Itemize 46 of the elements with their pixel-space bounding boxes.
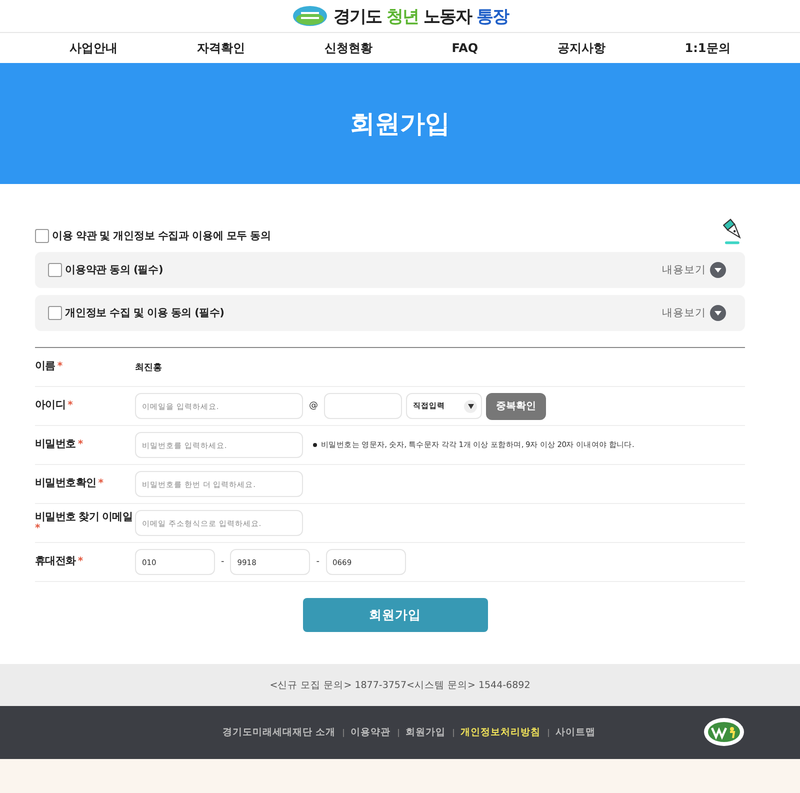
field-label: 아이디 (35, 400, 66, 412)
contact-info: <신규 모집 문의> 1877-3757<시스템 문의> 1544-6892 (270, 678, 530, 692)
agree-checkbox[interactable]: 이용 약관 및 개인정보 수집과 이용에 모두 동의 (35, 227, 271, 245)
field-label: 휴대전화 (35, 556, 76, 568)
nav-link[interactable]: 신청현황 (318, 36, 378, 60)
required-mark: * (98, 478, 103, 490)
bullet-icon (313, 443, 317, 447)
footer-link[interactable]: 개인정보처리방침 (460, 726, 541, 739)
footer-link[interactable]: 사이트맵 (556, 726, 596, 739)
footer-link[interactable]: 경기도미래세대재단 소개 (222, 726, 336, 739)
required-mark: * (78, 556, 82, 568)
field-label: 이름 (35, 361, 56, 373)
agree-checkbox[interactable]: 개인정보 수집 및 이용 동의 (필수) (48, 304, 224, 322)
field-label: 비밀번호확인 (35, 478, 96, 490)
site-title: 통장 (476, 6, 508, 28)
required-mark: * (57, 361, 62, 373)
nav-link[interactable]: 1:1문의 (678, 36, 736, 60)
nav-link[interactable]: 사업안내 (64, 36, 124, 60)
field-label: 비밀번호 (35, 439, 76, 451)
accessibility-mark-icon (703, 717, 745, 747)
agree-checkbox[interactable]: 이용약관 동의 (필수) (48, 261, 163, 279)
field-label: 비밀번호 찾기 이메일 (35, 512, 133, 524)
caret-icon (710, 262, 726, 278)
required-mark: * (35, 523, 40, 534)
page-title: 회원가입 (350, 108, 450, 140)
at-sign: @ (308, 401, 319, 411)
nav-link[interactable]: 자격확인 (191, 36, 252, 60)
site-title: 노동자 (424, 6, 472, 28)
name-value: 최진홍 (135, 362, 162, 374)
dash-separator: - (315, 557, 320, 567)
nav-link[interactable]: 공지사항 (551, 36, 612, 60)
site-title: 경기도 (334, 6, 382, 28)
caret-icon (468, 404, 474, 408)
site-title: 청년 (386, 6, 418, 28)
nav-link[interactable]: FAQ (446, 37, 484, 59)
view-content-toggle[interactable]: 내용보기 (656, 304, 732, 322)
caret-icon (710, 305, 726, 321)
footer-link[interactable]: 이용약관 (350, 726, 391, 739)
view-content-toggle[interactable]: 내용보기 (656, 261, 732, 279)
duplicate-check-button[interactable]: 중복확인 (486, 392, 546, 420)
dash-separator: - (220, 557, 226, 567)
footer-link[interactable]: 회원가입 (406, 726, 446, 739)
logo-badge-icon (292, 5, 328, 27)
email-domain-field[interactable] (324, 393, 402, 419)
required-mark: * (78, 439, 82, 451)
required-mark: * (68, 400, 72, 412)
